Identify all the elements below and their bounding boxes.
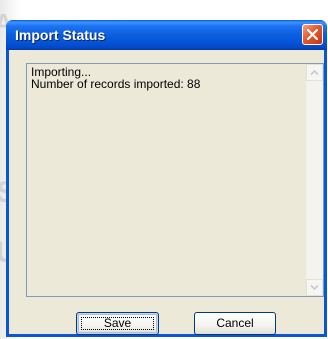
chevron-down-icon — [310, 284, 319, 291]
cancel-button[interactable]: Cancel — [194, 312, 276, 335]
window-frame-left — [6, 50, 9, 336]
cancel-button-label: Cancel — [216, 316, 254, 330]
close-icon — [307, 29, 318, 40]
focus-ring — [81, 317, 154, 330]
chevron-up-icon — [310, 69, 319, 76]
import-status-dialog: Import Status Importing... Number of rec… — [6, 20, 327, 337]
dialog-title: Import Status — [15, 27, 106, 43]
log-text: Importing... Number of records imported:… — [31, 66, 200, 90]
log-line: Number of records imported: 88 — [31, 77, 201, 91]
import-log-textarea[interactable]: Importing... Number of records imported:… — [26, 63, 324, 297]
scroll-down-button[interactable] — [306, 279, 323, 296]
scroll-up-button[interactable] — [306, 64, 323, 81]
close-button[interactable] — [302, 24, 323, 45]
window-frame-bottom — [6, 334, 327, 337]
title-bar[interactable]: Import Status — [6, 20, 327, 50]
save-button[interactable]: Save — [76, 312, 159, 335]
window-frame-right — [324, 50, 327, 336]
vertical-scrollbar[interactable] — [306, 64, 323, 296]
